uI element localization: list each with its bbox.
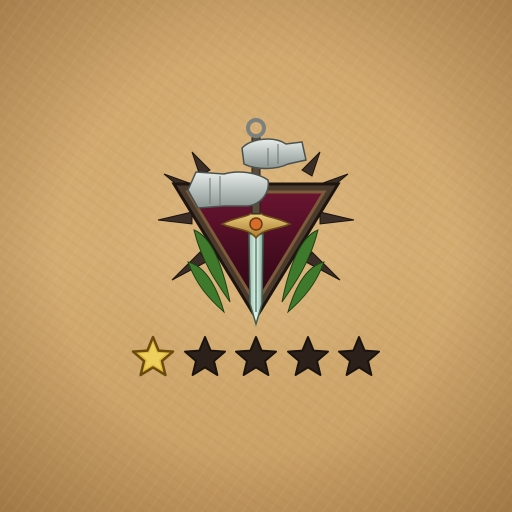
sword-crest-icon — [157, 118, 355, 327]
star-rating — [130, 334, 382, 378]
star-filled-icon — [131, 335, 175, 377]
star-empty-icon — [235, 336, 277, 376]
star-empty-icon — [183, 336, 226, 376]
star-empty-icon — [338, 336, 380, 376]
star-empty-icon — [286, 336, 329, 376]
